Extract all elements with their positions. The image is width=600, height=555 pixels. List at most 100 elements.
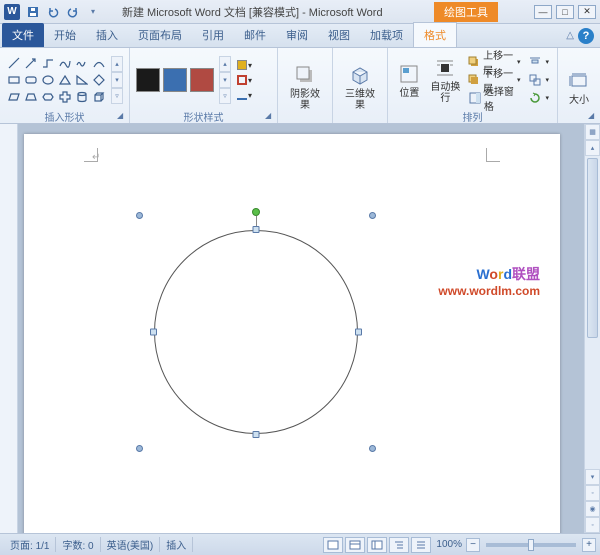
shape-roundrect-icon[interactable]: [23, 72, 39, 88]
view-print-layout-icon[interactable]: [323, 537, 343, 553]
handle-b[interactable]: [253, 431, 260, 438]
tab-format[interactable]: 格式: [413, 22, 457, 47]
ruler-toggle-icon[interactable]: ▦: [585, 124, 600, 140]
shape-arrow-icon[interactable]: [23, 55, 39, 71]
handle-r[interactable]: [355, 329, 362, 336]
selected-circle-shape[interactable]: [154, 230, 358, 434]
save-icon[interactable]: [24, 3, 42, 21]
status-page[interactable]: 页面: 1/1: [4, 537, 56, 552]
qat-more-icon[interactable]: ▾: [84, 3, 102, 21]
status-language[interactable]: 英语(美国): [101, 537, 161, 552]
view-draft-icon[interactable]: [411, 537, 431, 553]
style-swatch-blue[interactable]: [163, 68, 187, 92]
tab-view[interactable]: 视图: [318, 23, 360, 47]
position-button[interactable]: 位置: [394, 52, 425, 108]
group-button[interactable]: ▾: [526, 72, 551, 89]
page-container[interactable]: ↵ Word联盟 www.wordlm.com: [18, 124, 584, 533]
zoom-thumb[interactable]: [528, 539, 534, 551]
shape-plus-icon[interactable]: [57, 89, 73, 105]
style-down-icon[interactable]: ▾: [219, 72, 231, 88]
shape-rtriangle-icon[interactable]: [74, 72, 90, 88]
tab-home[interactable]: 开始: [44, 23, 86, 47]
dialog-launcher-styles-icon[interactable]: ◢: [265, 111, 275, 121]
dialog-launcher-icon[interactable]: ◢: [117, 111, 127, 121]
tab-review[interactable]: 审阅: [276, 23, 318, 47]
selection-pane-button[interactable]: 选择窗格: [466, 90, 522, 107]
zoom-out-button[interactable]: −: [466, 538, 480, 552]
shape-hexagon-icon[interactable]: [40, 89, 56, 105]
rotation-handle[interactable]: [252, 208, 260, 216]
style-swatch-black[interactable]: [136, 68, 160, 92]
shape-outline-button[interactable]: ▾: [237, 73, 252, 87]
next-page-icon[interactable]: ◦: [585, 517, 600, 533]
view-web-icon[interactable]: [367, 537, 387, 553]
shape-can-icon[interactable]: [74, 89, 90, 105]
tab-layout[interactable]: 页面布局: [128, 23, 192, 47]
size-button[interactable]: 大小: [564, 59, 594, 115]
handle-br[interactable]: [369, 445, 376, 452]
vertical-ruler[interactable]: [0, 124, 18, 533]
rotate-button[interactable]: ▾: [526, 90, 551, 107]
shape-connector-icon[interactable]: [40, 55, 56, 71]
status-words[interactable]: 字数: 0: [56, 537, 100, 552]
page[interactable]: ↵ Word联盟 www.wordlm.com: [24, 134, 560, 533]
shape-freeform-icon[interactable]: [57, 55, 73, 71]
scroll-up-icon[interactable]: ▴: [585, 140, 600, 156]
shape-oval-icon[interactable]: [40, 72, 56, 88]
undo-icon[interactable]: [44, 3, 62, 21]
gallery-down-icon[interactable]: ▾: [111, 72, 123, 88]
shape-diamond-icon[interactable]: [91, 72, 107, 88]
handle-t[interactable]: [253, 226, 260, 233]
text-wrap-button[interactable]: 自动换行: [427, 52, 464, 108]
view-outline-icon[interactable]: [389, 537, 409, 553]
shadow-effects-button[interactable]: 阴影效果: [284, 59, 326, 115]
tab-file[interactable]: 文件: [2, 23, 44, 47]
shape-cube-icon[interactable]: [91, 89, 107, 105]
zoom-level[interactable]: 100%: [436, 539, 462, 550]
shape-trapezoid-icon[interactable]: [23, 89, 39, 105]
scroll-track[interactable]: [585, 156, 600, 469]
redo-icon[interactable]: [64, 3, 82, 21]
zoom-slider[interactable]: [486, 543, 576, 547]
close-button[interactable]: ✕: [578, 5, 596, 19]
shape-parallelogram-icon[interactable]: [6, 89, 22, 105]
shape-scribble-icon[interactable]: [74, 55, 90, 71]
shape-fill-button[interactable]: ▾: [237, 58, 252, 72]
scroll-thumb[interactable]: [587, 158, 598, 338]
shape-effects-button[interactable]: ▾: [237, 88, 252, 102]
handle-tl[interactable]: [136, 212, 143, 219]
minimize-button[interactable]: —: [534, 5, 552, 19]
handle-tr[interactable]: [369, 212, 376, 219]
tab-addins[interactable]: 加载项: [360, 23, 413, 47]
help-icon[interactable]: ?: [578, 28, 594, 44]
prev-page-icon[interactable]: ◦: [585, 485, 600, 501]
gallery-more-icon[interactable]: ▿: [111, 88, 123, 104]
shape-triangle-icon[interactable]: [57, 72, 73, 88]
oval-outline[interactable]: [154, 230, 358, 434]
align-button[interactable]: ▾: [526, 54, 551, 71]
tab-references[interactable]: 引用: [192, 23, 234, 47]
handle-bl[interactable]: [136, 445, 143, 452]
shapes-gallery[interactable]: [6, 55, 107, 105]
handle-l[interactable]: [150, 329, 157, 336]
view-fullscreen-icon[interactable]: [345, 537, 365, 553]
gallery-up-icon[interactable]: ▴: [111, 56, 123, 72]
maximize-button[interactable]: □: [556, 5, 574, 19]
shape-curve-icon[interactable]: [91, 55, 107, 71]
style-up-icon[interactable]: ▴: [219, 56, 231, 72]
shape-line-icon[interactable]: [6, 55, 22, 71]
dialog-launcher-size-icon[interactable]: ◢: [588, 111, 598, 121]
status-mode[interactable]: 插入: [160, 537, 193, 552]
threed-effects-button[interactable]: 三维效果: [339, 59, 381, 115]
watermark: Word联盟 www.wordlm.com: [438, 264, 540, 298]
style-more-icon[interactable]: ▿: [219, 88, 231, 104]
ribbon-minimize-icon[interactable]: △: [566, 30, 574, 41]
style-swatch-red[interactable]: [190, 68, 214, 92]
tab-mailings[interactable]: 邮件: [234, 23, 276, 47]
scroll-down-icon[interactable]: ▾: [585, 469, 600, 485]
browse-object-icon[interactable]: ◉: [585, 501, 600, 517]
shape-rect-icon[interactable]: [6, 72, 22, 88]
vertical-scrollbar[interactable]: ▦ ▴ ▾ ◦ ◉ ◦: [584, 124, 600, 533]
tab-insert[interactable]: 插入: [86, 23, 128, 47]
zoom-in-button[interactable]: +: [582, 538, 596, 552]
